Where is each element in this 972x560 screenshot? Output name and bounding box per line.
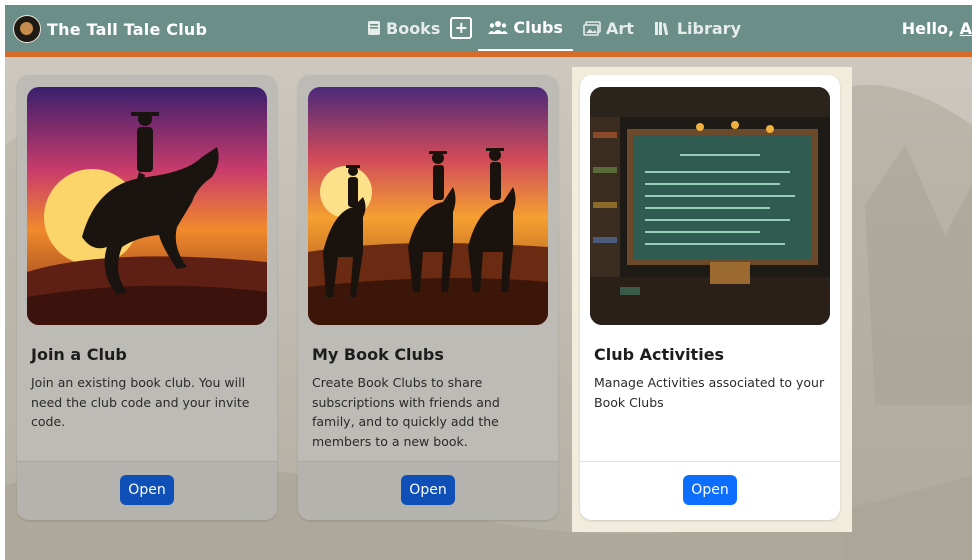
brand-title: The Tall Tale Club	[47, 19, 208, 39]
nav-art-label: Art	[605, 18, 634, 38]
card-description: Create Book Clubs to share subscriptions…	[312, 375, 500, 449]
nav-clubs-label: Clubs	[513, 17, 563, 37]
users-icon	[488, 21, 509, 34]
card-footer: Open	[298, 461, 558, 520]
club-activities-card: Club Activities Manage Activities associ…	[580, 75, 840, 520]
nav-books-label: Books	[386, 18, 441, 38]
book-icon	[368, 21, 380, 35]
main-nav: Books + Clubs Art Library	[357, 5, 751, 51]
app-frame: The Tall Tale Club Books + Clubs Art Lib…	[5, 5, 972, 560]
card-title: Join a Club	[31, 345, 127, 364]
user-menu-link[interactable]: A	[960, 19, 972, 38]
my-book-clubs-card: My Book Clubs Create Book Clubs to share…	[298, 75, 558, 520]
nav-library-label: Library	[676, 18, 741, 38]
join-club-card: Join a Club Join an existing book club. …	[17, 75, 277, 520]
nav-books[interactable]: Books	[357, 5, 450, 51]
club-logo-icon	[13, 15, 41, 43]
card-footer: Open	[17, 461, 277, 520]
card-title: My Book Clubs	[312, 345, 444, 364]
images-icon	[583, 20, 601, 36]
greeting-prefix: Hello,	[901, 19, 960, 38]
card-title: Club Activities	[594, 345, 725, 364]
user-greeting: Hello, A	[902, 19, 972, 38]
brand[interactable]: The Tall Tale Club	[13, 15, 207, 43]
nav-library[interactable]: Library	[644, 5, 751, 51]
top-navbar: The Tall Tale Club Books + Clubs Art Lib…	[5, 5, 972, 57]
add-book-button[interactable]: +	[450, 17, 473, 39]
card-image-riders	[308, 87, 548, 325]
my-book-clubs-open-button[interactable]: Open	[401, 475, 455, 505]
card-description: Manage Activities associated to your Boo…	[594, 375, 825, 410]
nav-clubs[interactable]: Clubs	[478, 5, 573, 51]
join-club-open-button[interactable]: Open	[120, 475, 174, 505]
card-footer: Open	[580, 461, 840, 520]
card-image-cowboy	[27, 87, 267, 325]
club-activities-open-button[interactable]: Open	[683, 475, 737, 505]
card-description: Join an existing book club. You will nee…	[31, 375, 250, 429]
card-image-classroom	[590, 87, 830, 325]
library-icon	[654, 21, 669, 35]
nav-art[interactable]: Art	[573, 5, 644, 51]
